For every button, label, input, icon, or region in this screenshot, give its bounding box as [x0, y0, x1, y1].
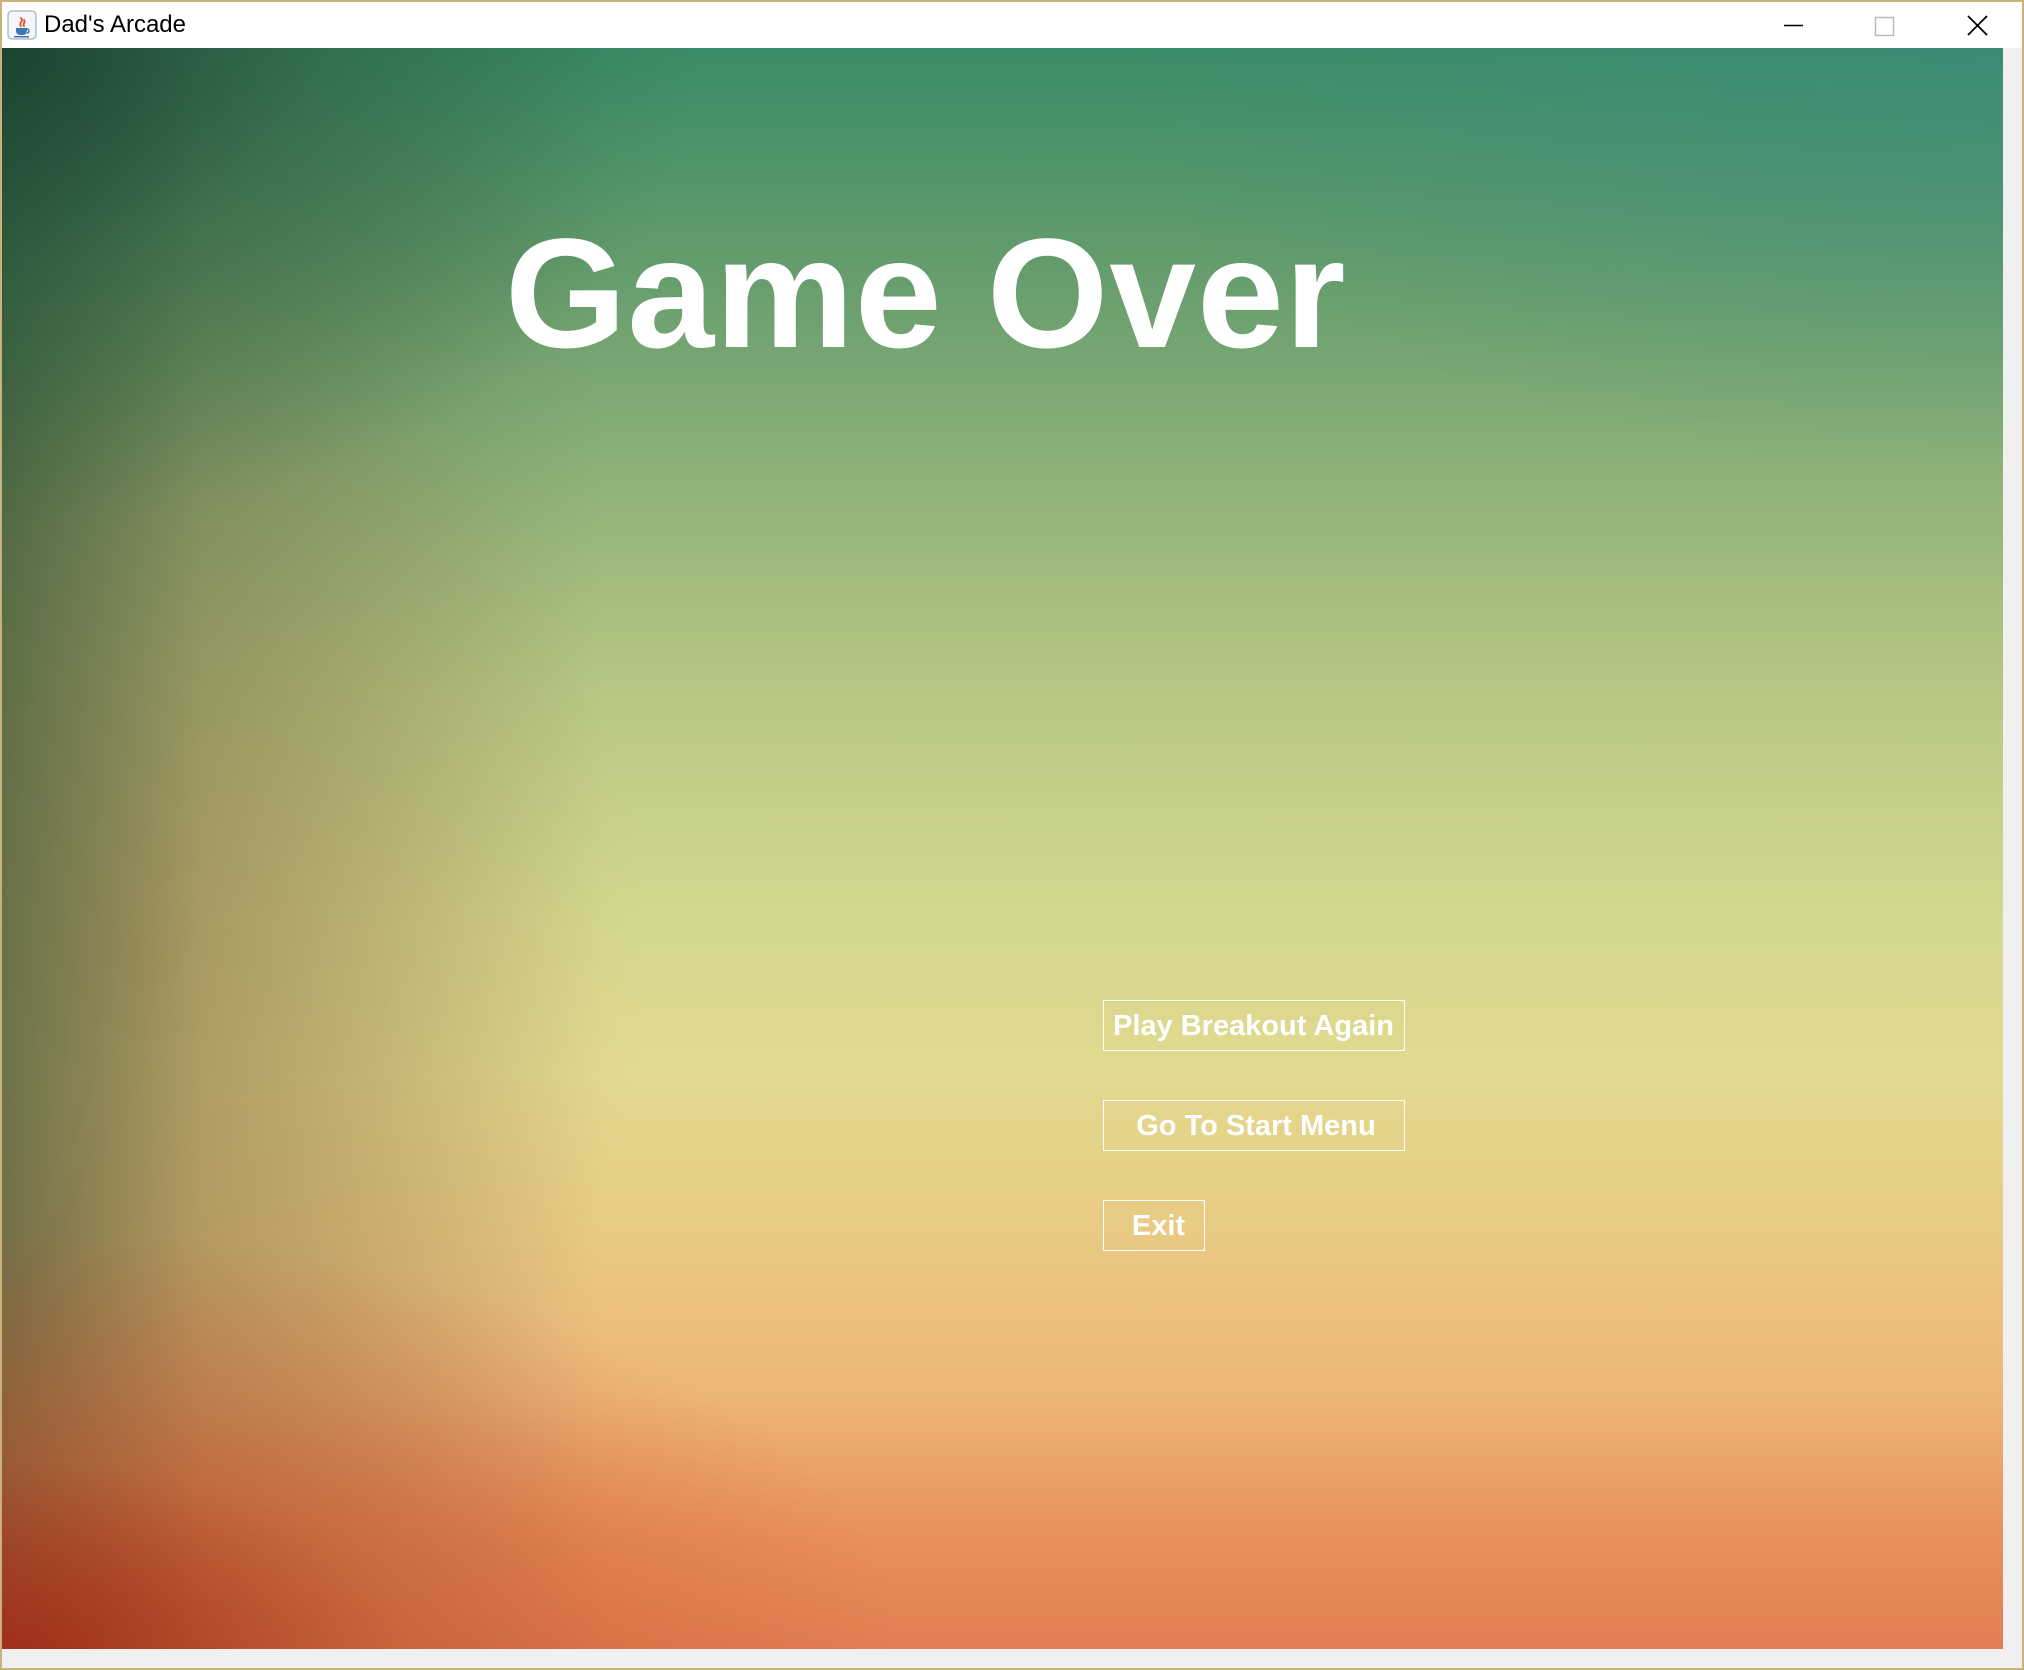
window-frame-right	[2003, 48, 2022, 1668]
title-bar[interactable]: Dad's Arcade	[2, 2, 2022, 48]
maximize-button[interactable]	[1839, 2, 1931, 48]
game-over-panel: Game Over Play Breakout Again Go To Star…	[2, 48, 2003, 1649]
minimize-icon	[1784, 24, 1803, 27]
play-breakout-again-button[interactable]: Play Breakout Again	[1103, 1000, 1405, 1051]
java-cup-icon[interactable]	[7, 10, 37, 40]
minimize-button[interactable]	[1747, 2, 1839, 48]
close-button[interactable]	[1931, 2, 2022, 48]
maximize-icon	[1874, 16, 1895, 37]
exit-button[interactable]: Exit	[1103, 1200, 1205, 1251]
close-icon	[1967, 15, 1988, 36]
app-window: Dad's Arcade Game Over Play Breakout Aga…	[0, 0, 2024, 1670]
window-title: Dad's Arcade	[44, 11, 186, 38]
game-over-heading: Game Over	[505, 207, 1347, 381]
go-to-start-menu-button[interactable]: Go To Start Menu	[1103, 1100, 1405, 1151]
window-frame-bottom	[2, 1649, 2022, 1668]
